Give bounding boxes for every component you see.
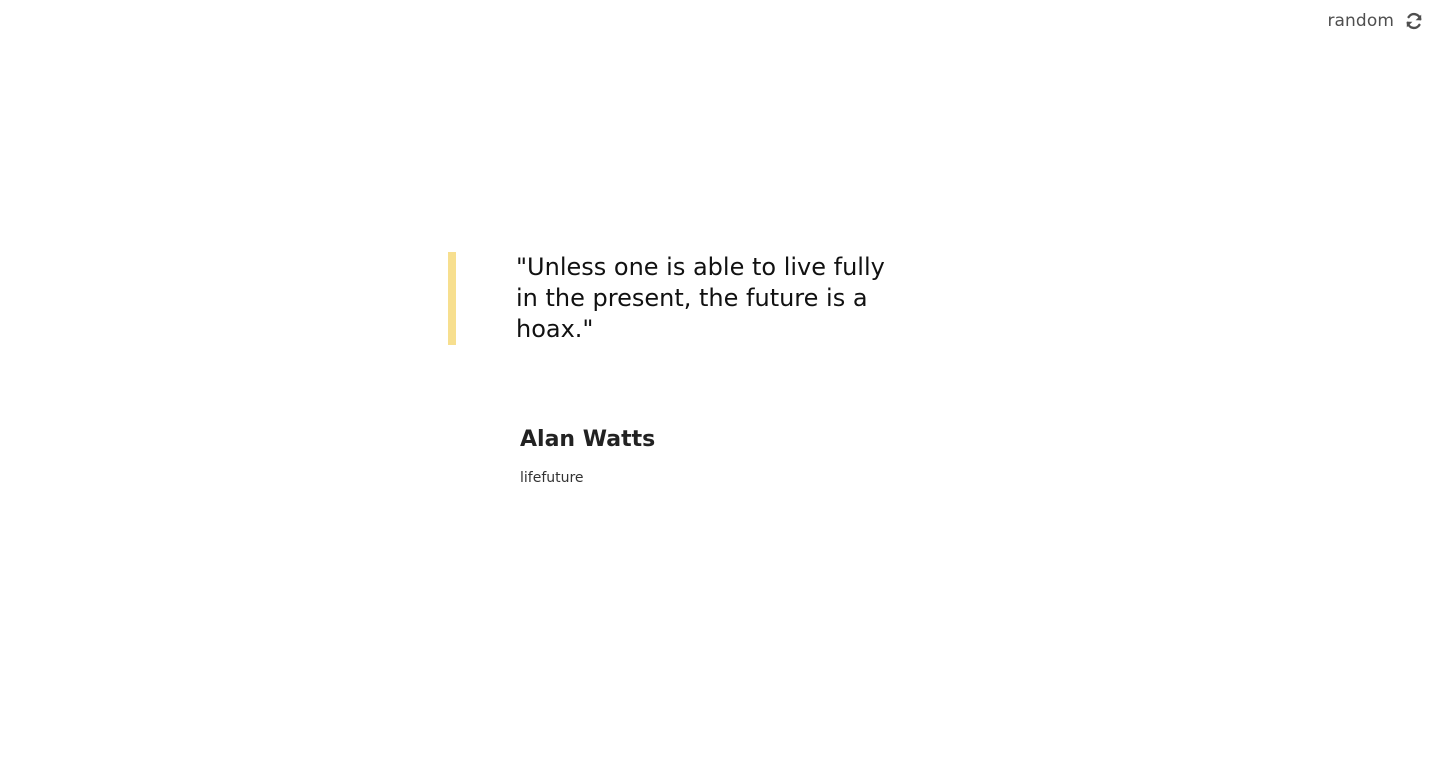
refresh-icon[interactable] xyxy=(1404,11,1424,31)
random-label: random xyxy=(1327,11,1394,31)
quote-accent-bar xyxy=(448,252,456,345)
random-button[interactable]: random xyxy=(1304,9,1424,33)
author-tags: lifefuture xyxy=(520,470,584,486)
quote-block: "Unless one is able to live fully in the… xyxy=(448,252,908,345)
author-section: Alan Watts lifefuture xyxy=(520,425,920,487)
quote-text: "Unless one is able to live fully in the… xyxy=(516,253,885,343)
author-name[interactable]: Alan Watts xyxy=(520,425,920,455)
